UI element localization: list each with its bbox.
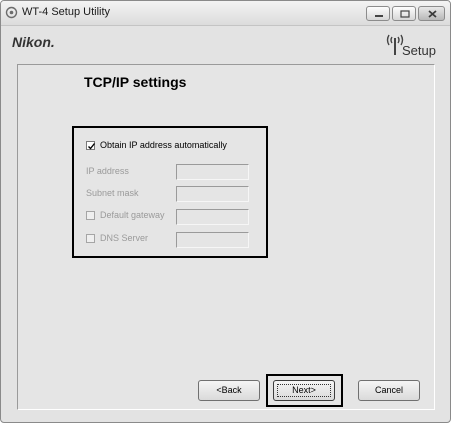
ip-address-label: IP address <box>86 166 129 176</box>
setup-utility-window: WT-4 Setup Utility Nikon. Setup TCP/IP s… <box>0 0 451 423</box>
back-button[interactable]: <Back <box>198 380 260 401</box>
dns-server-label: DNS Server <box>100 233 149 243</box>
cancel-button[interactable]: Cancel <box>358 380 420 401</box>
maximize-icon <box>400 10 410 18</box>
tcpip-settings-group: Obtain IP address automatically IP addre… <box>72 126 268 258</box>
default-gateway-field <box>176 209 249 225</box>
obtain-ip-auto-checkbox[interactable] <box>86 141 96 150</box>
minimize-icon <box>375 15 383 17</box>
subnet-mask-label: Subnet mask <box>86 188 139 198</box>
setup-label: Setup <box>402 43 436 58</box>
page-title: TCP/IP settings <box>84 74 187 90</box>
title-bar[interactable]: WT-4 Setup Utility <box>1 1 450 26</box>
close-icon <box>428 10 437 18</box>
app-icon <box>5 6 18 19</box>
minimize-button[interactable] <box>366 6 390 21</box>
default-gateway-label: Default gateway <box>100 210 165 220</box>
default-gateway-checkbox <box>86 211 95 220</box>
ip-address-field <box>176 164 249 180</box>
checkmark-icon <box>88 143 96 150</box>
maximize-button[interactable] <box>392 6 416 21</box>
subnet-mask-field <box>176 186 249 202</box>
next-button[interactable]: Next> <box>273 380 335 401</box>
dns-server-checkbox <box>86 234 95 243</box>
setup-badge: Setup <box>385 29 445 58</box>
window-title: WT-4 Setup Utility <box>22 6 111 18</box>
close-button[interactable] <box>418 6 445 21</box>
next-button-label: Next> <box>292 385 316 395</box>
dns-server-field <box>176 232 249 248</box>
nikon-logo: Nikon. <box>12 34 55 50</box>
obtain-ip-auto-label[interactable]: Obtain IP address automatically <box>100 140 227 150</box>
